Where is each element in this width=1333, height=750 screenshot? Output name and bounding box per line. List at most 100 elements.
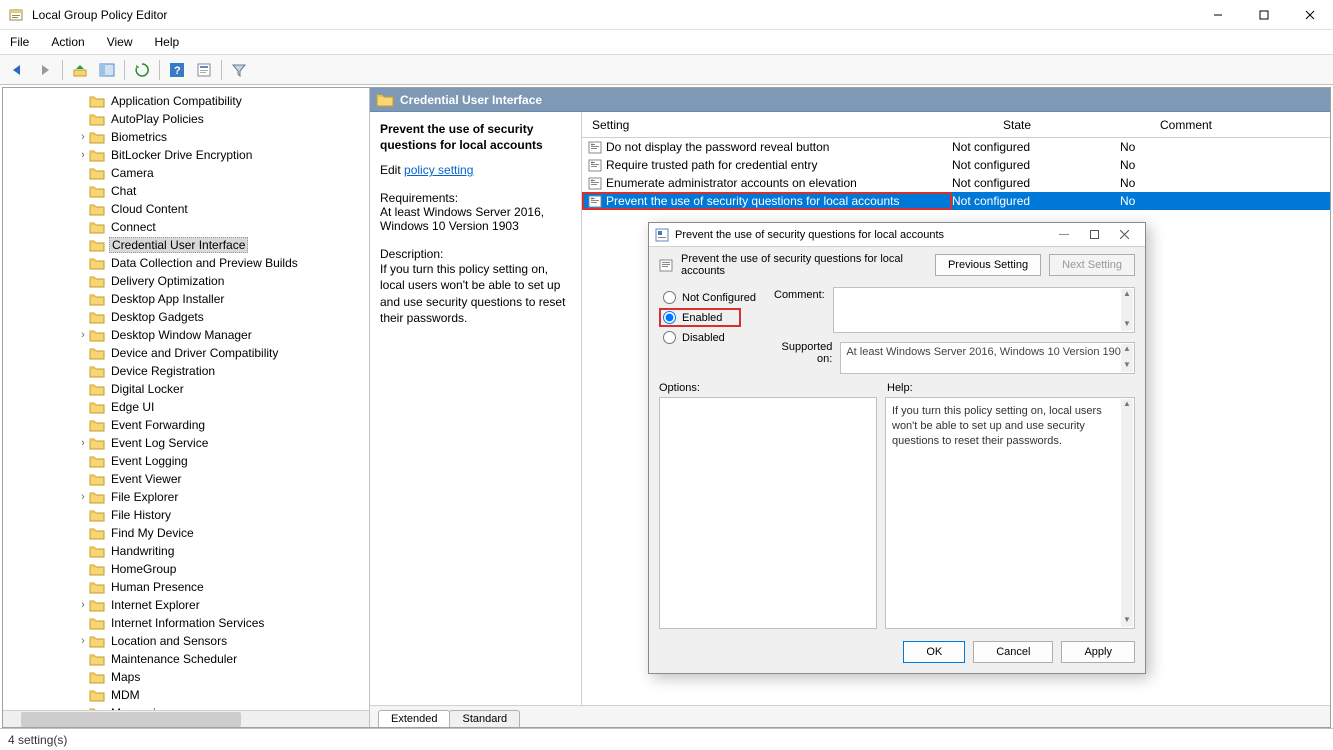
radio-disabled[interactable]: Disabled <box>659 329 760 346</box>
tree-item[interactable]: HomeGroup <box>3 560 369 578</box>
tree-item[interactable]: Device and Driver Compatibility <box>3 344 369 362</box>
menu-help[interactable]: Help <box>153 33 182 51</box>
tree-item[interactable]: AutoPlay Policies <box>3 110 369 128</box>
tree-item[interactable]: Edge UI <box>3 398 369 416</box>
folder-icon <box>89 274 105 288</box>
tree-item[interactable]: Human Presence <box>3 578 369 596</box>
tree-item-label: Maintenance Scheduler <box>109 652 239 666</box>
minimize-button[interactable] <box>1195 0 1241 30</box>
tree-item[interactable]: Camera <box>3 164 369 182</box>
folder-icon <box>89 256 105 270</box>
dialog-icon <box>655 228 669 242</box>
setting-state: Not configured <box>952 176 1082 190</box>
help-button[interactable]: ? <box>165 58 189 82</box>
expand-icon[interactable]: › <box>77 329 89 341</box>
tree-item-label: Event Logging <box>109 454 190 468</box>
expand-icon[interactable]: › <box>77 491 89 503</box>
tree-item[interactable]: Find My Device <box>3 524 369 542</box>
folder-icon <box>89 94 105 108</box>
expand-icon[interactable]: › <box>77 599 89 611</box>
expand-icon[interactable]: › <box>77 635 89 647</box>
tab-extended[interactable]: Extended <box>378 710 450 727</box>
tree-item[interactable]: ›Event Log Service <box>3 434 369 452</box>
tree-item[interactable]: Desktop Gadgets <box>3 308 369 326</box>
tree-item[interactable]: Application Compatibility <box>3 92 369 110</box>
tree-item-label: Internet Explorer <box>109 598 202 612</box>
radio-not-configured[interactable]: Not Configured <box>659 289 760 306</box>
apply-button[interactable]: Apply <box>1061 641 1135 663</box>
tree-item[interactable]: MDM <box>3 686 369 704</box>
forward-button[interactable] <box>33 58 57 82</box>
col-state[interactable]: State <box>952 118 1082 132</box>
tree-pane: Application Compatibility AutoPlay Polici… <box>3 88 370 727</box>
expand-icon[interactable]: › <box>77 131 89 143</box>
folder-icon <box>89 652 105 666</box>
folder-icon <box>89 508 105 522</box>
col-comment[interactable]: Comment <box>1082 118 1330 132</box>
tree-item[interactable]: ›Biometrics <box>3 128 369 146</box>
previous-setting-button[interactable]: Previous Setting <box>935 254 1041 276</box>
edit-policy-link[interactable]: policy setting <box>404 163 473 177</box>
expand-icon[interactable]: › <box>77 437 89 449</box>
show-tree-button[interactable] <box>95 58 119 82</box>
expand-icon[interactable]: › <box>77 149 89 161</box>
dialog-maximize-button[interactable] <box>1079 225 1109 245</box>
folder-icon <box>89 436 105 450</box>
filter-button[interactable] <box>227 58 251 82</box>
dialog-policy-name: Prevent the use of security questions fo… <box>681 253 927 277</box>
tree-item[interactable]: Delivery Optimization <box>3 272 369 290</box>
tab-standard[interactable]: Standard <box>449 710 520 727</box>
tree-item[interactable]: Cloud Content <box>3 200 369 218</box>
tree-item[interactable]: Event Logging <box>3 452 369 470</box>
dialog-close-button[interactable] <box>1109 225 1139 245</box>
tree-item[interactable]: Credential User Interface <box>3 236 369 254</box>
tree-item-label: Event Viewer <box>109 472 183 486</box>
tree-item[interactable]: Data Collection and Preview Builds <box>3 254 369 272</box>
tree-item[interactable]: ›BitLocker Drive Encryption <box>3 146 369 164</box>
settings-row[interactable]: Prevent the use of security questions fo… <box>582 192 1330 210</box>
setting-name: Enumerate administrator accounts on elev… <box>606 176 857 190</box>
tree-view[interactable]: Application Compatibility AutoPlay Polici… <box>3 88 369 710</box>
tree-item[interactable]: Connect <box>3 218 369 236</box>
setting-comment: No <box>1082 176 1330 190</box>
ok-button[interactable]: OK <box>903 641 965 663</box>
cancel-button[interactable]: Cancel <box>973 641 1053 663</box>
radio-enabled[interactable]: Enabled <box>659 308 741 327</box>
menu-action[interactable]: Action <box>49 33 86 51</box>
refresh-button[interactable] <box>130 58 154 82</box>
up-button[interactable] <box>68 58 92 82</box>
tree-horizontal-scrollbar[interactable] <box>3 710 369 727</box>
tree-item[interactable]: › Internet Explorer <box>3 596 369 614</box>
tree-item[interactable]: Event Viewer <box>3 470 369 488</box>
properties-button[interactable] <box>192 58 216 82</box>
comment-textarea[interactable]: ▲▼ <box>833 287 1135 333</box>
help-label: Help: <box>887 382 913 394</box>
window-title: Local Group Policy Editor <box>32 8 1195 22</box>
tree-item[interactable]: Handwriting <box>3 542 369 560</box>
tree-item[interactable]: Device Registration <box>3 362 369 380</box>
tree-item[interactable]: Desktop App Installer <box>3 290 369 308</box>
tree-item-label: AutoPlay Policies <box>109 112 206 126</box>
tree-item[interactable]: File History <box>3 506 369 524</box>
tree-item[interactable]: ›Location and Sensors <box>3 632 369 650</box>
menu-file[interactable]: File <box>8 33 31 51</box>
col-setting[interactable]: Setting <box>582 118 952 132</box>
folder-icon <box>89 472 105 486</box>
tree-item[interactable]: ›File Explorer <box>3 488 369 506</box>
next-setting-button[interactable]: Next Setting <box>1049 254 1135 276</box>
tree-item[interactable]: ›Desktop Window Manager <box>3 326 369 344</box>
tree-item[interactable]: Chat <box>3 182 369 200</box>
back-button[interactable] <box>6 58 30 82</box>
settings-row[interactable]: Require trusted path for credential entr… <box>582 156 1330 174</box>
settings-row[interactable]: Enumerate administrator accounts on elev… <box>582 174 1330 192</box>
maximize-button[interactable] <box>1241 0 1287 30</box>
dialog-minimize-button[interactable]: — <box>1049 225 1079 245</box>
settings-row[interactable]: Do not display the password reveal butto… <box>582 138 1330 156</box>
close-button[interactable] <box>1287 0 1333 30</box>
menu-view[interactable]: View <box>105 33 135 51</box>
tree-item[interactable]: Maintenance Scheduler <box>3 650 369 668</box>
tree-item[interactable]: Digital Locker <box>3 380 369 398</box>
tree-item[interactable]: Internet Information Services <box>3 614 369 632</box>
tree-item[interactable]: Event Forwarding <box>3 416 369 434</box>
tree-item[interactable]: Maps <box>3 668 369 686</box>
